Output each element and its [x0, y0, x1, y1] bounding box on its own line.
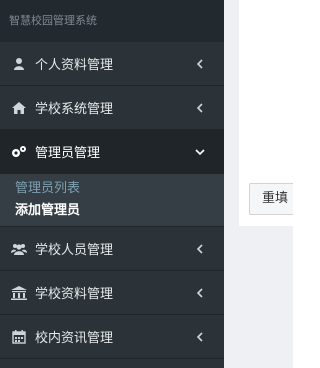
user-icon	[11, 56, 27, 72]
users-icon	[11, 241, 27, 257]
sidebar-item-campus-news[interactable]: 校内资讯管理	[0, 315, 224, 359]
sidebar-item-label: 学校系统管理	[35, 102, 114, 117]
gears-icon	[11, 144, 27, 160]
sidebar-item-label: 校内资讯管理	[35, 331, 114, 346]
sidebar: 智慧校园管理系统 个人资料管理 学校系统管理 管理员管理 管理员列表 添加管理员…	[0, 0, 224, 368]
reset-button[interactable]: 重填	[249, 183, 293, 215]
sidebar-item-label: 学校资料管理	[35, 287, 114, 302]
chevron-left-icon	[192, 56, 208, 72]
chevron-down-icon	[192, 144, 208, 160]
calendar-icon	[11, 329, 27, 345]
chevron-left-icon	[192, 329, 208, 345]
submenu-item-admin-list[interactable]: 管理员列表	[0, 178, 224, 200]
admin-submenu: 管理员列表 添加管理员	[0, 174, 224, 227]
sidebar-item-school-system[interactable]: 学校系统管理	[0, 86, 224, 130]
sidebar-item-label: 个人资料管理	[35, 58, 114, 73]
sidebar-item-profile[interactable]: 个人资料管理	[0, 42, 224, 86]
sidebar-item-school-staff[interactable]: 学校人员管理	[0, 227, 224, 271]
sidebar-item-school-info[interactable]: 学校资料管理	[0, 271, 224, 315]
institution-icon	[11, 285, 27, 301]
app-page: 智慧校园管理系统 个人资料管理 学校系统管理 管理员管理 管理员列表 添加管理员…	[0, 0, 293, 368]
chevron-left-icon	[192, 100, 208, 116]
chevron-left-icon	[192, 285, 208, 301]
submenu-item-add-admin[interactable]: 添加管理员	[0, 200, 224, 222]
sidebar-item-label: 学校人员管理	[35, 243, 114, 258]
chevron-left-icon	[192, 241, 208, 257]
sidebar-item-admin-management[interactable]: 管理员管理	[0, 130, 224, 174]
home-icon	[11, 100, 27, 116]
sidebar-item-label: 管理员管理	[35, 146, 101, 161]
main-content: 重填	[224, 0, 293, 368]
app-title: 智慧校园管理系统	[0, 0, 224, 42]
